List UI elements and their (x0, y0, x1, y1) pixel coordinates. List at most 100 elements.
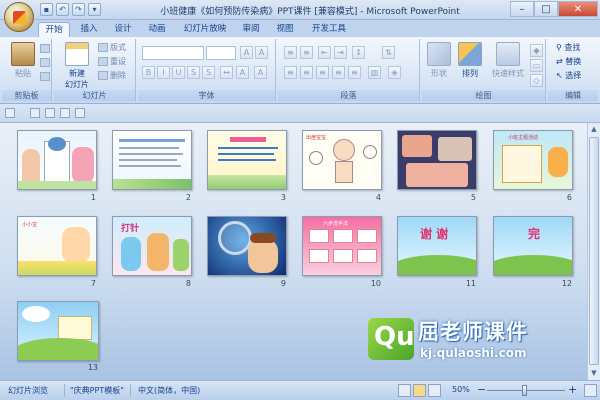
slide-thumbnail-7[interactable]: 小小宝 (17, 216, 97, 276)
font-size-select[interactable] (206, 46, 236, 60)
slide-number: 3 (280, 193, 286, 202)
distribute-button[interactable]: ≡ (348, 66, 361, 79)
sorter-toolbar-icon-4[interactable] (60, 108, 70, 118)
reset-button[interactable]: 重设 (98, 56, 126, 68)
shape-outline-button[interactable]: ▭ (530, 59, 543, 72)
scroll-down-icon[interactable]: ▼ (589, 368, 599, 379)
shape-fill-button[interactable]: ◆ (530, 44, 543, 57)
align-center-button[interactable]: ≡ (300, 66, 313, 79)
slideshow-view-icon[interactable] (428, 384, 441, 397)
replace-button[interactable]: ⇄ 替换 (556, 56, 581, 67)
change-case-button[interactable]: A (236, 66, 249, 79)
shapes-button[interactable]: 形状 (424, 42, 454, 79)
columns-button[interactable]: ▥ (368, 66, 381, 79)
copy-icon (40, 58, 50, 67)
sorter-toolbar-icon-5[interactable] (75, 108, 85, 118)
title-bar: ▪ ↶ ↷ ▾ 小班健康《如何预防传染病》PPT课件 [兼容模式] - Micr… (0, 0, 600, 32)
status-view: 幻灯片浏览 (8, 386, 48, 395)
slide-sorter-view-icon[interactable] (413, 384, 426, 397)
slide-thumbnail-12[interactable]: 完 (493, 216, 573, 276)
slide-thumbnail-11[interactable]: 谢 谢 (397, 216, 477, 276)
grow-font-button[interactable]: A (240, 46, 253, 59)
slide-number: 5 (470, 193, 476, 202)
copy-button[interactable] (40, 57, 52, 69)
new-slide-button[interactable]: 新建 幻灯片 (60, 42, 94, 90)
smartart-button[interactable]: ◈ (388, 66, 401, 79)
slide-thumbnail-1[interactable] (17, 130, 97, 190)
quick-styles-button[interactable]: 快速样式 (486, 42, 530, 79)
scroll-up-icon[interactable]: ▲ (589, 124, 599, 135)
cut-button[interactable] (40, 43, 52, 55)
bullets-button[interactable]: ≡ (284, 46, 297, 59)
sorter-toolbar-icon-3[interactable] (45, 108, 55, 118)
save-icon[interactable]: ▪ (40, 3, 53, 16)
slide-thumbnail-3[interactable] (207, 130, 287, 190)
numbering-button[interactable]: ≡ (300, 46, 313, 59)
zoom-level[interactable]: 50% (452, 385, 470, 394)
slide-thumbnail-6[interactable]: 小班主题活动 (493, 130, 573, 190)
strikethrough-button[interactable]: S (187, 66, 200, 79)
tab-home[interactable]: 开始 (38, 22, 70, 37)
status-separator (64, 384, 65, 397)
maximize-button[interactable]: □ (534, 1, 558, 17)
find-button[interactable]: ⚲ 查找 (556, 42, 580, 53)
tab-insert[interactable]: 插入 (76, 22, 102, 37)
qat-dropdown-icon[interactable]: ▾ (88, 3, 101, 16)
increase-indent-button[interactable]: ⇥ (334, 46, 347, 59)
slide-number: 6 (566, 193, 572, 202)
line-spacing-button[interactable]: ↕ (352, 46, 365, 59)
sorter-toolbar-icon-1[interactable] (5, 108, 15, 118)
tab-review[interactable]: 审阅 (238, 22, 264, 37)
shrink-font-button[interactable]: A (255, 46, 268, 59)
group-label-slides: 幻灯片 (54, 90, 135, 101)
tab-slideshow[interactable]: 幻灯片放映 (178, 22, 232, 37)
tab-animations[interactable]: 动画 (144, 22, 170, 37)
slide-thumbnail-8[interactable]: 打针 (112, 216, 192, 276)
fit-window-icon[interactable] (584, 384, 597, 397)
scroll-thumb[interactable] (589, 137, 599, 365)
paste-button[interactable]: 粘贴 (8, 42, 38, 79)
slide-thumbnail-5[interactable] (397, 130, 477, 190)
zoom-out-icon[interactable]: − (477, 383, 486, 396)
slide-thumbnail-10[interactable]: 六步洗手法 (302, 216, 382, 276)
cut-icon (40, 44, 50, 53)
bold-button[interactable]: B (142, 66, 155, 79)
zoom-in-icon[interactable]: + (568, 383, 577, 396)
status-language[interactable]: 中文(简体，中国) (138, 385, 200, 396)
font-color-button[interactable]: A (254, 66, 267, 79)
italic-button[interactable]: I (157, 66, 170, 79)
tab-developer[interactable]: 开发工具 (306, 22, 352, 37)
shadow-button[interactable]: S (202, 66, 215, 79)
layout-button[interactable]: 版式 (98, 42, 126, 54)
normal-view-icon[interactable] (398, 384, 411, 397)
minimize-button[interactable]: – (510, 1, 534, 17)
arrange-button[interactable]: 排列 (456, 42, 484, 79)
slide-thumbnail-2[interactable] (112, 130, 192, 190)
decrease-indent-button[interactable]: ⇤ (318, 46, 331, 59)
tab-design[interactable]: 设计 (110, 22, 136, 37)
justify-button[interactable]: ≡ (332, 66, 345, 79)
quick-access-toolbar: ▪ ↶ ↷ ▾ (40, 3, 101, 16)
shape-effects-button[interactable]: ◇ (530, 74, 543, 87)
delete-slide-button[interactable]: 删除 (98, 70, 126, 82)
vertical-scrollbar[interactable]: ▲ ▼ (587, 123, 600, 380)
close-button[interactable]: ✕ (558, 1, 598, 17)
window-controls: – □ ✕ (510, 1, 598, 17)
redo-icon[interactable]: ↷ (72, 3, 85, 16)
zoom-slider-thumb[interactable] (522, 385, 527, 396)
sorter-toolbar-icon-2[interactable] (30, 108, 40, 118)
slide-thumbnail-13[interactable] (17, 301, 99, 361)
tab-view[interactable]: 视图 (272, 22, 298, 37)
font-name-select[interactable] (142, 46, 204, 60)
underline-button[interactable]: U (172, 66, 185, 79)
align-left-button[interactable]: ≡ (284, 66, 297, 79)
text-direction-button[interactable]: ⇅ (382, 46, 395, 59)
select-button[interactable]: ↖ 选择 (556, 70, 581, 81)
char-spacing-button[interactable]: ↔ (220, 66, 233, 79)
slide-thumbnail-4[interactable]: 出痘宝宝 (302, 130, 382, 190)
undo-icon[interactable]: ↶ (56, 3, 69, 16)
format-painter-button[interactable] (40, 71, 52, 83)
align-right-button[interactable]: ≡ (316, 66, 329, 79)
office-button[interactable] (4, 2, 34, 32)
slide-thumbnail-9[interactable] (207, 216, 287, 276)
